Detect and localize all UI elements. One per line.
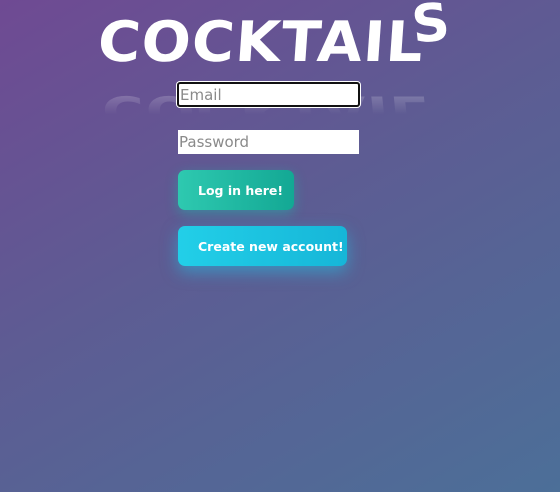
- cocktails-logo: COCKTAIL COCKTAIL S: [96, 0, 470, 134]
- login-button[interactable]: Log in here!: [178, 170, 294, 210]
- email-input[interactable]: [177, 82, 360, 107]
- create-account-button[interactable]: Create new account!: [178, 226, 347, 266]
- logo-tail-letter: S: [408, 0, 453, 56]
- logo-text: COCKTAIL: [95, 9, 427, 75]
- password-input[interactable]: [178, 130, 359, 154]
